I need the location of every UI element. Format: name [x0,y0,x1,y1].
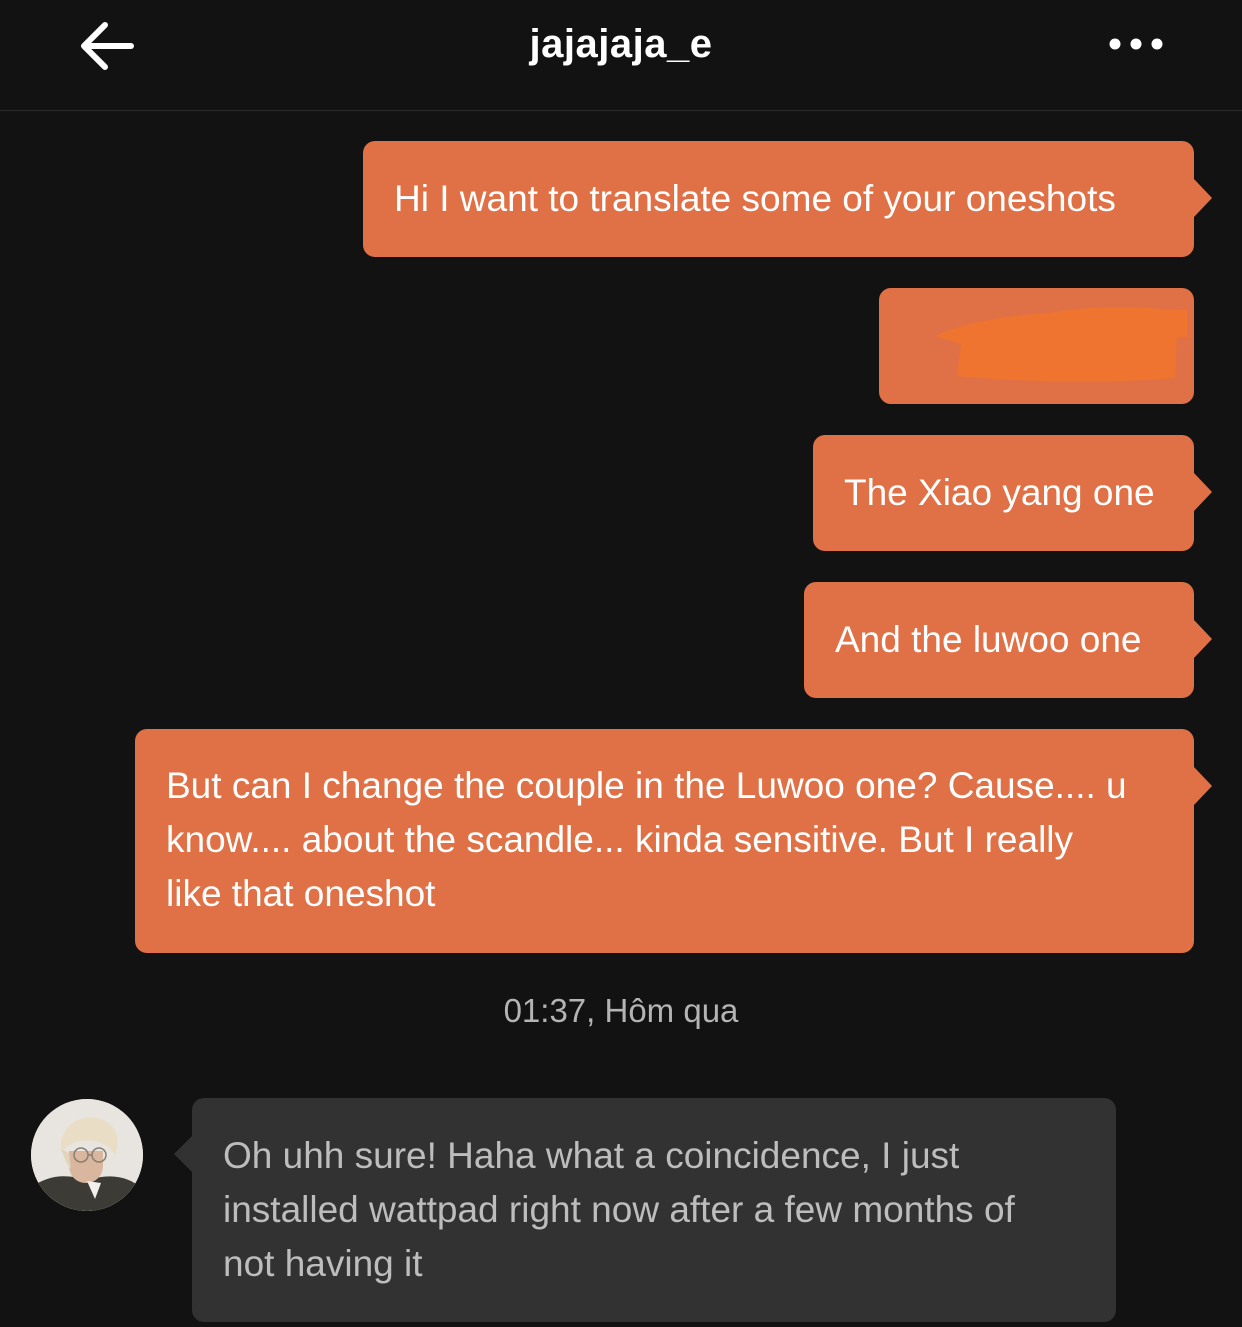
sent-message[interactable]: But can I change the couple in the Luwoo… [135,729,1212,953]
sent-message[interactable]: And the luwoo one [804,582,1212,698]
message-timestamp: 01:37, Hôm qua [503,992,739,1029]
message-text: The Xiao yang one [844,472,1155,513]
message-text: And the luwoo one [835,619,1142,660]
sent-message-redacted[interactable] [879,288,1194,404]
redaction-scribble [935,307,1187,382]
received-message[interactable]: Oh uhh sure! Haha what a coincidence, I … [174,1098,1116,1322]
message-text: Oh uhh sure! Haha what a coincidence, I … [223,1135,1015,1284]
more-options-button[interactable] [1096,14,1176,74]
chat-header: jajajaja_e [0,0,1242,111]
more-horizontal-icon [1109,38,1163,50]
conversation-title: jajajaja_e [529,22,713,66]
message-text: But can I change the couple in the Luwoo… [166,765,1127,914]
sent-message[interactable]: The Xiao yang one [813,435,1212,551]
profile-photo [31,1099,143,1211]
message-text: Hi I want to translate some of your ones… [394,178,1116,219]
sent-message[interactable]: Hi I want to translate some of your ones… [363,141,1212,257]
sender-avatar[interactable] [31,1099,143,1211]
